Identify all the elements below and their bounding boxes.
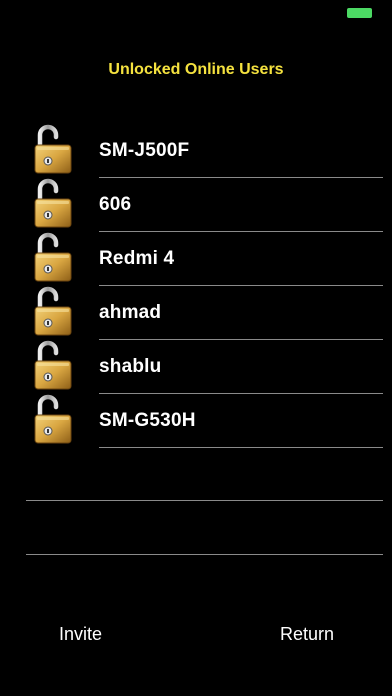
user-name: Redmi 4: [99, 248, 175, 269]
unlocked-padlock-icon: [34, 178, 72, 228]
invite-button[interactable]: Invite: [59, 624, 102, 645]
user-name: 606: [99, 194, 132, 215]
unlocked-padlock-icon: [34, 340, 72, 390]
list-item[interactable]: shablu: [0, 340, 392, 394]
user-name: shablu: [99, 356, 162, 377]
list-item[interactable]: 606: [0, 178, 392, 232]
user-name: SM-J500F: [99, 140, 190, 161]
list-item[interactable]: SM-G530H: [0, 394, 392, 448]
empty-row-divider: [26, 554, 383, 555]
battery-icon: [347, 8, 372, 18]
user-name: SM-G530H: [99, 410, 196, 431]
page-title: Unlocked Online Users: [108, 61, 284, 78]
user-list: SM-J500F 606 Redmi 4 ahmad shablu SM-G53…: [0, 124, 392, 448]
unlocked-padlock-icon: [34, 394, 72, 444]
list-item[interactable]: SM-J500F: [0, 124, 392, 178]
user-name: ahmad: [99, 302, 162, 323]
list-item[interactable]: ahmad: [0, 286, 392, 340]
row-divider: [99, 447, 383, 448]
unlocked-padlock-icon: [34, 286, 72, 336]
unlocked-padlock-icon: [34, 232, 72, 282]
unlocked-padlock-icon: [34, 124, 72, 174]
empty-row-divider: [26, 500, 383, 501]
status-bar: [0, 0, 392, 24]
return-button[interactable]: Return: [280, 624, 334, 645]
list-item[interactable]: Redmi 4: [0, 232, 392, 286]
